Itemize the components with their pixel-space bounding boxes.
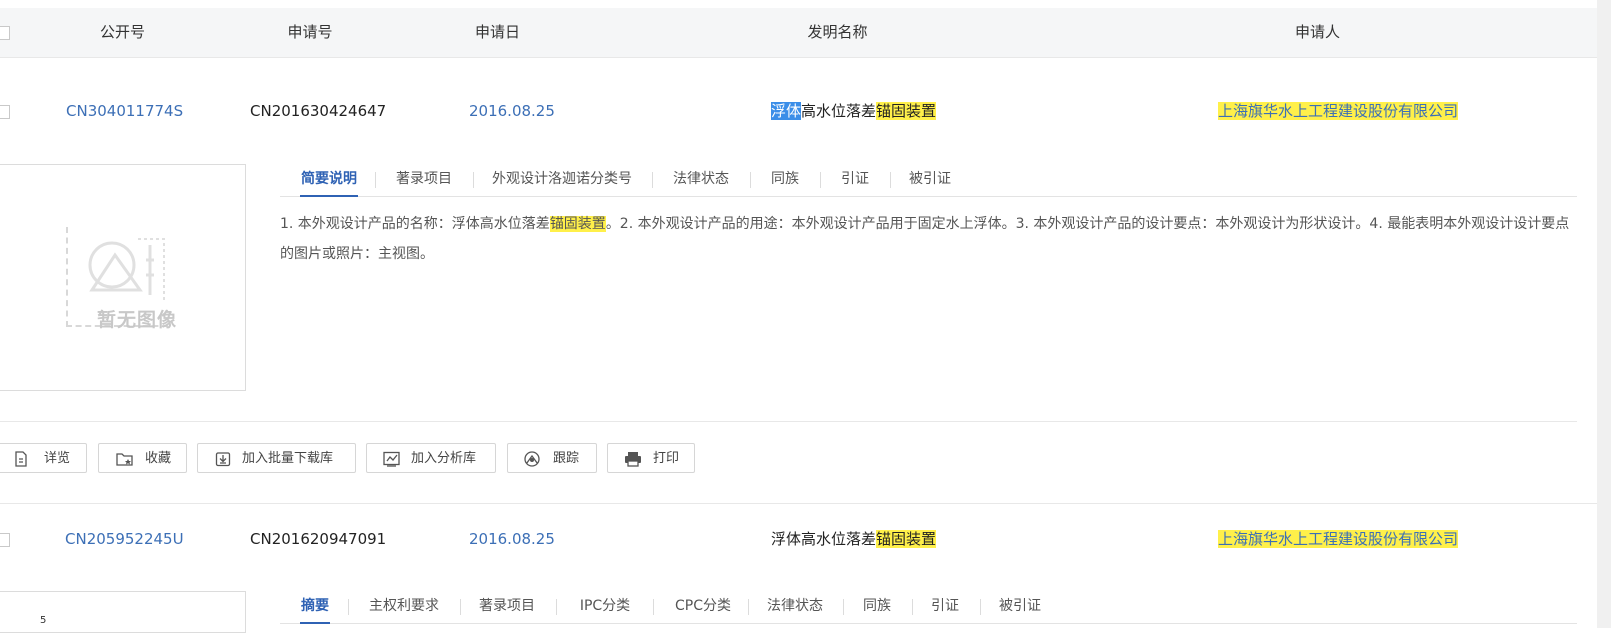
row-checkbox[interactable] (0, 105, 10, 119)
no-image-icon (88, 238, 165, 301)
tab-locarno[interactable]: 外观设计洛迦诺分类号 (492, 164, 632, 195)
favorite-button[interactable]: 收藏 (98, 443, 187, 473)
divider (0, 421, 1577, 422)
tab-family[interactable]: 同族 (862, 591, 892, 622)
column-header-app-no[interactable]: 申请号 (250, 8, 370, 57)
row-divider (0, 503, 1597, 504)
table-row: CN205952245U CN201620947091 2016.08.25 浮… (0, 520, 1597, 580)
download-icon (215, 452, 231, 467)
tab-separator (843, 599, 844, 615)
tab-cpc[interactable]: CPC分类 (670, 591, 736, 622)
pub-no-link[interactable]: CN304011774S (66, 100, 183, 122)
detail-view-button[interactable]: 详览 (0, 443, 87, 473)
app-date: 2016.08.25 (469, 102, 555, 120)
record-tabs: 摘要 主权利要求 著录项目 IPC分类 CPC分类 法律状态 同族 引证 被引证 (280, 591, 1577, 624)
tab-separator (653, 599, 654, 615)
table-row: CN304011774S CN201630424647 2016.08.25 浮… (0, 80, 1597, 140)
row-checkbox[interactable] (0, 533, 10, 547)
tab-separator (348, 599, 349, 615)
column-header-applicant[interactable]: 申请人 (1255, 8, 1380, 57)
tab-separator (890, 172, 891, 188)
add-batch-download-button[interactable]: 加入批量下载库 (197, 443, 356, 473)
tab-separator (460, 599, 461, 615)
column-header-title[interactable]: 发明名称 (760, 8, 915, 57)
applicant-link[interactable]: 上海旗华水上工程建设股份有限公司 (1218, 102, 1459, 120)
pub-no-link[interactable]: CN205952245U (65, 528, 184, 550)
selected-text: 浮体 (771, 102, 802, 120)
applicant-link[interactable]: 上海旗华水上工程建设股份有限公司 (1218, 530, 1459, 548)
no-image-label: 暂无图像 (97, 309, 178, 331)
scrollbar[interactable] (1597, 0, 1611, 628)
chart-icon (383, 451, 400, 467)
tab-brief-description[interactable]: 简要说明 (300, 164, 358, 197)
app-no: CN201620947091 (250, 530, 387, 548)
tab-cited-by[interactable]: 被引证 (998, 591, 1042, 622)
add-analysis-button[interactable]: 加入分析库 (366, 443, 496, 473)
tab-ipc[interactable]: IPC分类 (574, 591, 636, 622)
tab-bibliographic[interactable]: 著录项目 (478, 591, 536, 622)
document-icon (15, 451, 27, 467)
tab-separator (750, 172, 751, 188)
tab-family[interactable]: 同族 (770, 164, 800, 195)
image-placeholder: 暂无图像 (0, 164, 246, 391)
highlight-text: 锚固装置 (876, 102, 937, 120)
radar-icon (524, 451, 540, 467)
tab-separator (912, 599, 913, 615)
tab-abstract[interactable]: 摘要 (300, 591, 330, 624)
record-tabs: 简要说明 著录项目 外观设计洛迦诺分类号 法律状态 同族 引证 被引证 (280, 164, 1577, 197)
invention-title-link[interactable]: 浮体高水位落差锚固装置 (771, 100, 937, 122)
printer-icon (625, 452, 641, 467)
tab-separator (652, 172, 653, 188)
print-button[interactable]: 打印 (607, 443, 695, 473)
patent-drawing-thumbnail[interactable]: 5 (0, 591, 246, 633)
invention-title-link[interactable]: 浮体高水位落差锚固装置 (771, 528, 937, 550)
tab-separator (748, 599, 749, 615)
folder-star-icon (116, 453, 133, 466)
tab-cited-by[interactable]: 被引证 (908, 164, 952, 195)
track-button[interactable]: 跟踪 (507, 443, 597, 473)
tab-separator (556, 599, 557, 615)
select-all-checkbox[interactable] (0, 26, 10, 40)
tab-citations[interactable]: 引证 (930, 591, 960, 622)
brief-description-text: 1. 本外观设计产品的名称：浮体高水位落差锚固装置。2. 本外观设计产品的用途：… (280, 216, 1570, 262)
tab-bibliographic[interactable]: 著录项目 (395, 164, 453, 195)
tab-main-claim[interactable]: 主权利要求 (368, 591, 440, 622)
app-date: 2016.08.25 (469, 530, 555, 548)
app-no: CN201630424647 (250, 102, 387, 120)
table-header: 公开号 申请号 申请日 发明名称 申请人 (0, 8, 1597, 58)
tab-separator (980, 599, 981, 615)
tab-citations[interactable]: 引证 (840, 164, 870, 195)
column-header-pub-no[interactable]: 公开号 (60, 8, 185, 57)
title-text: 浮体高水位落差 (771, 530, 877, 548)
tab-separator (820, 172, 821, 188)
drawing-reference-number: 5 (40, 615, 47, 626)
title-text: 高水位落差 (801, 102, 877, 120)
tab-legal-status[interactable]: 法律状态 (672, 164, 730, 195)
tab-legal-status[interactable]: 法律状态 (766, 591, 824, 622)
tab-separator (375, 172, 376, 188)
tab-separator (473, 172, 474, 188)
column-header-app-date[interactable]: 申请日 (440, 8, 555, 57)
highlight-text: 锚固装置 (876, 530, 937, 548)
